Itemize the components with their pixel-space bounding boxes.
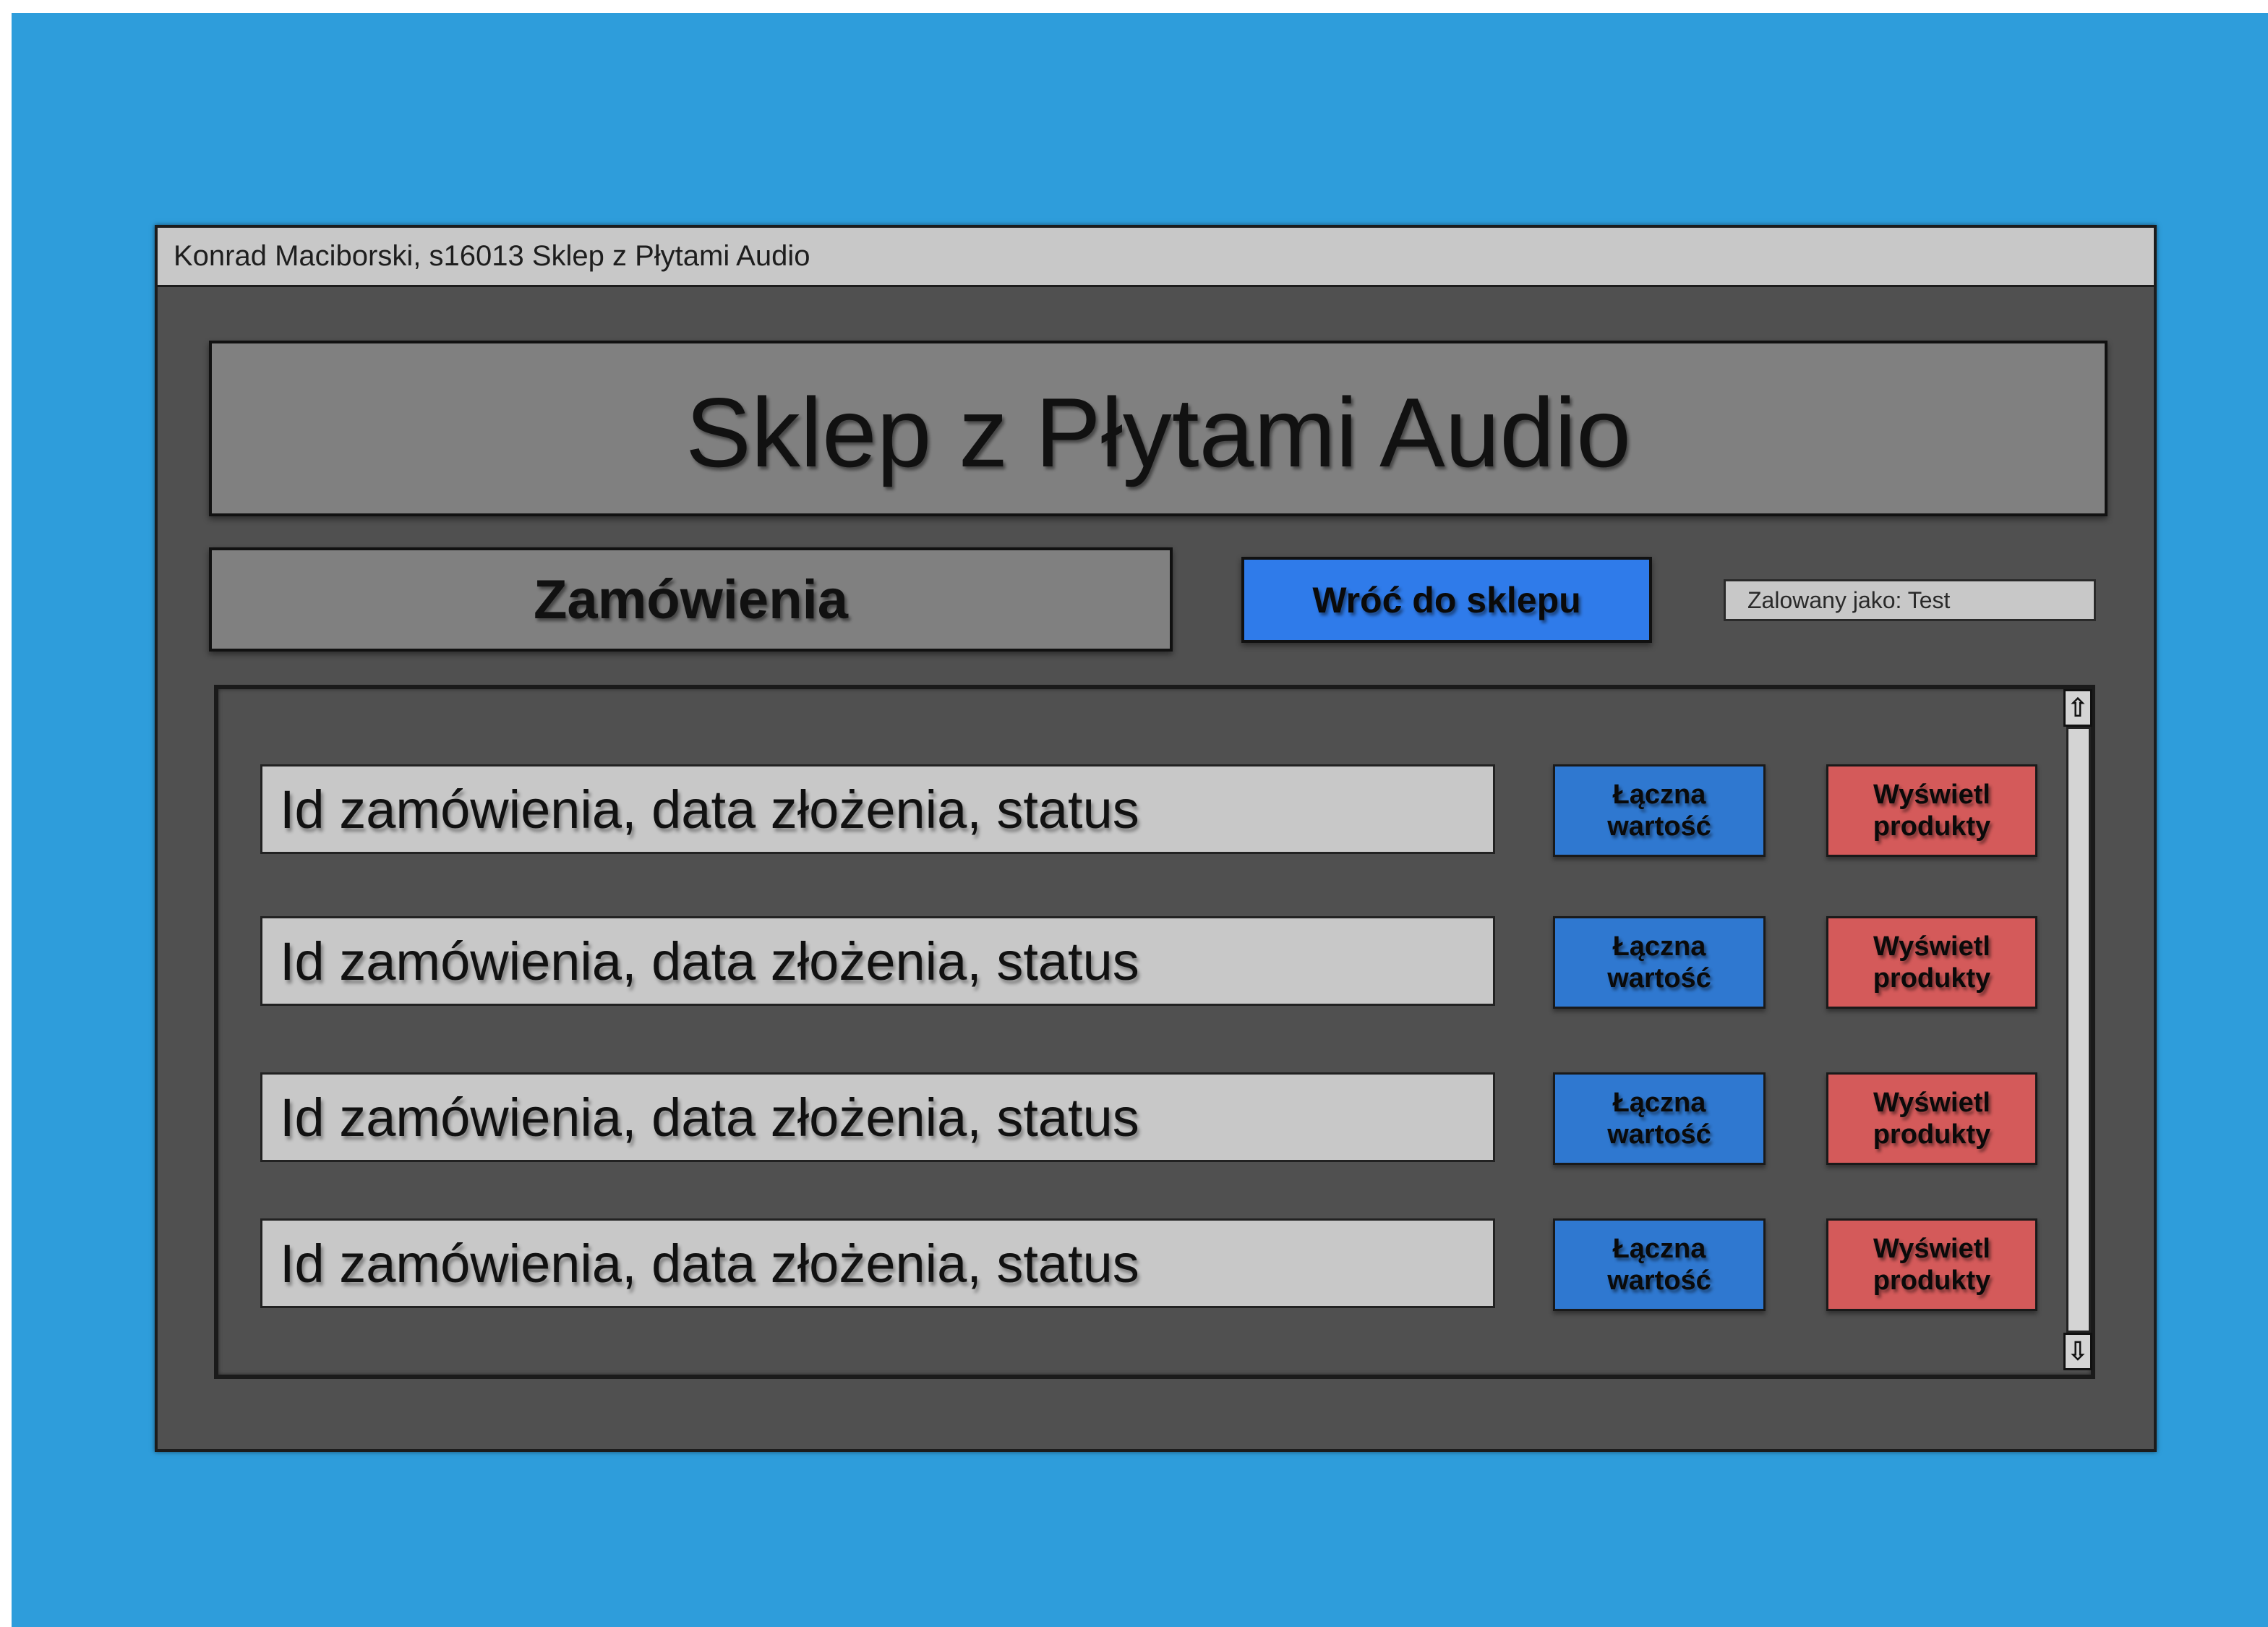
order-summary: Id zamówienia, data złożenia, status [260,1218,1495,1308]
show-products-button[interactable]: Wyświetl produkty [1826,1218,2037,1311]
back-to-shop-button[interactable]: Wróć do sklepu [1241,557,1652,643]
app-window: Konrad Maciborski, s16013 Sklep z Płytam… [155,225,2157,1452]
window-title: Konrad Maciborski, s16013 Sklep z Płytam… [174,240,810,272]
order-summary: Id zamówienia, data złożenia, status [260,1072,1495,1162]
desktop-background: Konrad Maciborski, s16013 Sklep z Płytam… [12,13,2268,1627]
logged-in-label: Zalowany jako: Test [1747,586,1951,613]
vertical-scrollbar[interactable]: ⇧ ⇩ [2062,689,2094,1376]
order-row: Id zamówienia, data złożenia, status Łąc… [260,1072,2046,1165]
back-to-shop-label: Wróć do sklepu [1312,579,1581,620]
order-row: Id zamówienia, data złożenia, status Łąc… [260,764,2046,857]
arrow-down-icon[interactable]: ⇩ [2063,1333,2092,1370]
total-value-button[interactable]: Łączna wartość [1553,764,1766,857]
section-title-label: Zamówienia [534,568,848,631]
order-row: Id zamówienia, data złożenia, status Łąc… [260,1218,2046,1311]
order-summary: Id zamówienia, data złożenia, status [260,916,1495,1006]
order-row: Id zamówienia, data złożenia, status Łąc… [260,916,2046,1009]
section-title: Zamówienia [209,547,1173,652]
app-header: Sklep z Płytami Audio [209,341,2107,516]
total-value-button[interactable]: Łączna wartość [1553,1218,1766,1311]
window-titlebar: Konrad Maciborski, s16013 Sklep z Płytam… [158,228,2154,287]
show-products-button[interactable]: Wyświetl produkty [1826,916,2037,1009]
show-products-button[interactable]: Wyświetl produkty [1826,764,2037,857]
arrow-up-icon[interactable]: ⇧ [2063,689,2092,727]
total-value-button[interactable]: Łączna wartość [1553,1072,1766,1165]
orders-list: Id zamówienia, data złożenia, status Łąc… [214,685,2095,1379]
app-name: Sklep z Płytami Audio [685,377,1631,487]
logged-in-indicator: Zalowany jako: Test [1724,579,2096,621]
show-products-button[interactable]: Wyświetl produkty [1826,1072,2037,1165]
order-summary: Id zamówienia, data złożenia, status [260,764,1495,854]
total-value-button[interactable]: Łączna wartość [1553,916,1766,1009]
scrollbar-track[interactable] [2066,727,2091,1333]
